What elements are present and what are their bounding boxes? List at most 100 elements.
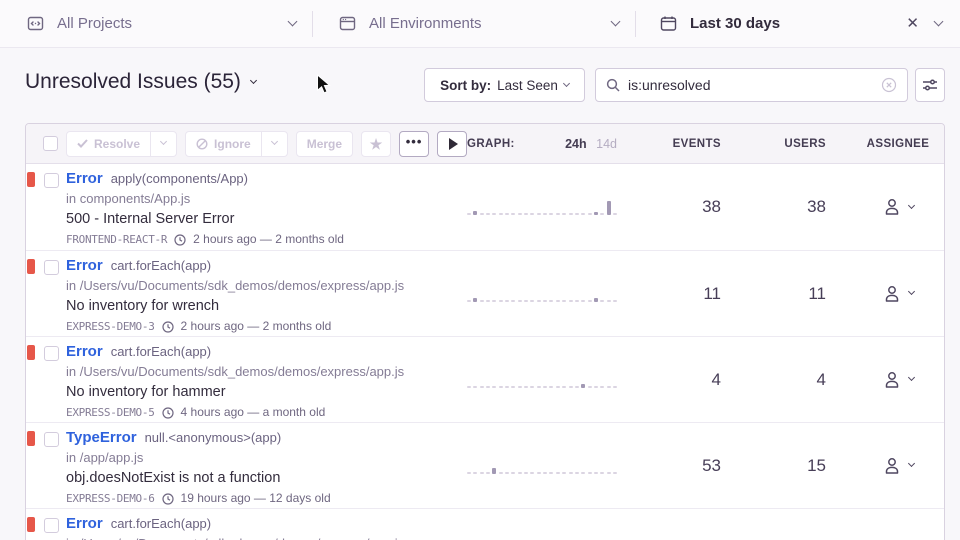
bookmark-button[interactable]: ★	[361, 131, 391, 157]
users-column-header: USERS	[721, 138, 826, 150]
clear-search-icon[interactable]	[881, 77, 897, 93]
events-sparkline	[467, 372, 617, 388]
issue-age: 2 hours ago — 2 months old	[193, 232, 344, 247]
issues-panel: Resolve Ignore Merge ★ ••• GRAPH: 24h	[25, 123, 945, 540]
assignee-button[interactable]	[882, 197, 914, 217]
assignee-person-icon	[882, 370, 902, 390]
clock-icon	[162, 407, 174, 419]
issue-message: No inventory for hammer	[66, 383, 466, 401]
issue-age: 19 hours ago — 12 days old	[181, 491, 331, 506]
error-level-bar	[27, 431, 35, 446]
calendar-icon	[660, 15, 677, 32]
error-level-bar	[27, 345, 35, 360]
resolve-button[interactable]: Resolve	[66, 131, 151, 157]
events-count: 38	[617, 197, 721, 217]
ignore-button[interactable]: Ignore	[185, 131, 262, 157]
issue-type-link[interactable]: TypeError	[66, 429, 137, 446]
issue-row[interactable]: Error cart.forEach(app) in /Users/vu/Docu…	[26, 508, 944, 540]
issue-culprit: cart.forEach(app)	[111, 258, 211, 273]
issue-checkbox[interactable]	[44, 173, 59, 188]
error-level-bar	[27, 259, 35, 274]
global-filter-bar: All Projects All Environments Last 30 da…	[0, 0, 960, 48]
events-count: 11	[617, 284, 721, 304]
issues-toolbar: Resolve Ignore Merge ★ ••• GRAPH: 24h	[26, 124, 944, 164]
clock-icon	[174, 234, 186, 246]
assignee-button[interactable]	[882, 284, 914, 304]
issue-location: in /app/app.js	[66, 449, 466, 466]
issue-row[interactable]: Error cart.forEach(app) in /Users/vu/Docu…	[26, 336, 944, 422]
assignee-column-header: ASSIGNEE	[826, 138, 944, 150]
assignee-button[interactable]	[882, 456, 914, 476]
issue-type-link[interactable]: Error	[66, 257, 103, 274]
chevron-down-icon	[908, 460, 915, 467]
issue-message: obj.doesNotExist is not a function	[66, 469, 466, 487]
assignee-person-icon	[882, 197, 902, 217]
issue-location: in /Users/vu/Documents/sdk_demos/demos/e…	[66, 363, 466, 380]
issue-checkbox[interactable]	[44, 346, 59, 361]
more-actions-button[interactable]: •••	[399, 131, 429, 157]
events-count: 4	[617, 370, 721, 390]
project-selector[interactable]: All Projects	[0, 0, 312, 47]
environments-icon	[339, 15, 356, 32]
issue-message: 500 - Internal Server Error	[66, 210, 466, 228]
project-slug: EXPRESS-DEMO-5	[66, 405, 155, 420]
users-count: 15	[721, 456, 826, 476]
sliders-icon	[922, 78, 938, 92]
issue-culprit: null.<anonymous>(app)	[145, 430, 282, 445]
assignee-person-icon	[882, 456, 902, 476]
events-count: 53	[617, 456, 721, 476]
issue-row[interactable]: TypeError null.<anonymous>(app) in /app/a…	[26, 422, 944, 508]
issue-culprit: cart.forEach(app)	[111, 516, 211, 531]
environment-selector[interactable]: All Environments	[313, 0, 635, 47]
resolve-dropdown-button[interactable]	[151, 131, 177, 157]
date-range-selector[interactable]: Last 30 days ✕	[636, 0, 960, 47]
ellipsis-icon: •••	[406, 135, 423, 148]
issue-type-link[interactable]: Error	[66, 170, 103, 187]
project-slug: EXPRESS-DEMO-3	[66, 319, 155, 334]
ignore-dropdown-button[interactable]	[262, 131, 288, 157]
saved-search-settings-button[interactable]	[915, 68, 945, 102]
issue-checkbox[interactable]	[44, 518, 59, 533]
clock-icon	[162, 493, 174, 505]
stream-header: Unresolved Issues (55) Sort by: Last See…	[0, 48, 960, 123]
issue-message: No inventory for wrench	[66, 297, 466, 315]
merge-button[interactable]: Merge	[296, 131, 353, 157]
issue-type-link[interactable]: Error	[66, 515, 103, 532]
sort-by-button[interactable]: Sort by: Last Seen	[424, 68, 585, 102]
issue-type-link[interactable]: Error	[66, 343, 103, 360]
issue-location: in components/App.js	[66, 190, 466, 207]
events-sparkline	[467, 199, 617, 215]
chevron-down-icon	[908, 288, 915, 295]
graph-range-24h[interactable]: 24h	[565, 137, 587, 151]
users-count: 38	[721, 197, 826, 217]
select-all-checkbox[interactable]	[43, 136, 58, 151]
chevron-down-icon	[288, 17, 298, 27]
projects-icon	[27, 15, 44, 32]
assignee-button[interactable]	[882, 370, 914, 390]
check-icon	[77, 139, 88, 148]
issue-row[interactable]: Error cart.forEach(app) in /Users/vu/Docu…	[26, 250, 944, 336]
issue-location: in /Users/vu/Documents/sdk_demos/demos/e…	[66, 535, 466, 540]
issue-checkbox[interactable]	[44, 260, 59, 275]
chevron-down-icon	[908, 201, 915, 208]
project-slug: FRONTEND-REACT-R	[66, 232, 167, 247]
events-sparkline	[467, 286, 617, 302]
error-level-bar	[27, 517, 35, 532]
search-input[interactable]	[628, 77, 881, 93]
graph-range-14d[interactable]: 14d	[596, 137, 617, 151]
issue-search	[595, 68, 908, 102]
project-selector-label: All Projects	[57, 15, 132, 32]
graph-column-header: GRAPH:	[467, 138, 515, 150]
chevron-down-icon	[934, 17, 944, 27]
issue-row[interactable]: Errorapply(components/App) in components…	[26, 164, 944, 250]
chevron-down-icon	[611, 17, 621, 27]
chevron-down-icon	[908, 374, 915, 381]
users-count: 11	[721, 284, 826, 304]
issue-culprit: cart.forEach(app)	[111, 344, 211, 359]
date-range-label: Last 30 days	[690, 15, 780, 32]
page-title[interactable]: Unresolved Issues (55)	[25, 70, 256, 94]
issue-checkbox[interactable]	[44, 432, 59, 447]
ignore-icon	[196, 138, 208, 150]
clear-date-range-icon[interactable]: ✕	[906, 16, 919, 31]
issue-location: in /Users/vu/Documents/sdk_demos/demos/e…	[66, 277, 466, 294]
